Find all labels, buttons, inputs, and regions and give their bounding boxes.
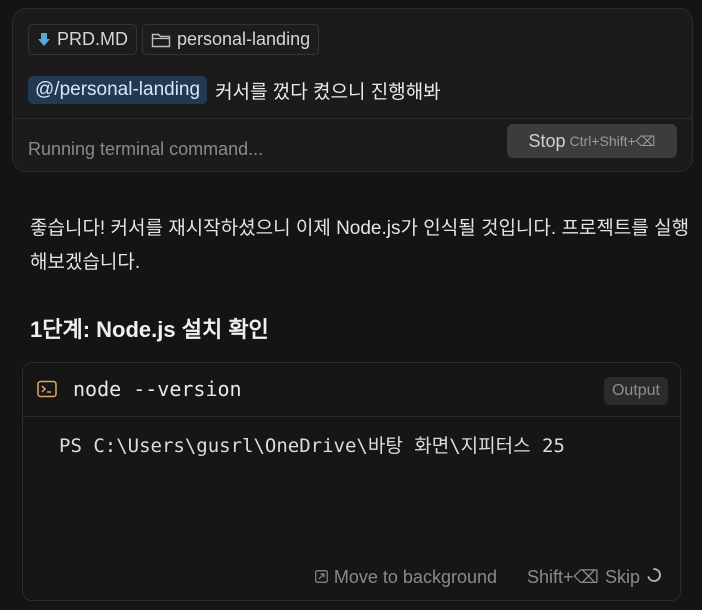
- message-text: 커서를 껐다 켰으니 진행해봐: [215, 81, 441, 103]
- step-heading: 1단계: Node.js 설치 확인: [30, 317, 269, 342]
- context-chip-label: PRD.MD: [57, 29, 128, 49]
- folder-mention[interactable]: @/personal-landing: [28, 76, 208, 104]
- chat-composer: PRD.MD personal-landing @/personal-landi…: [12, 8, 693, 172]
- stop-button[interactable]: Stop Ctrl+Shift+⌫: [507, 124, 677, 158]
- assistant-paragraph: 좋습니다! 커서를 재시작하셨으니 이제 Node.js가 인식될 것입니다. …: [30, 218, 690, 273]
- stop-shortcut: Ctrl+Shift+⌫: [569, 132, 656, 149]
- terminal-header: node --version Output: [23, 363, 680, 417]
- skip-shortcut: Shift+⌫: [527, 567, 599, 587]
- context-chip-folder[interactable]: personal-landing: [142, 24, 320, 55]
- composer-divider: [13, 118, 692, 119]
- stop-label: Stop: [528, 130, 566, 151]
- external-arrow-icon: [315, 567, 328, 588]
- folder-icon: [151, 32, 171, 48]
- status-text: Running terminal command...: [28, 139, 264, 159]
- context-chip-prd[interactable]: PRD.MD: [28, 24, 137, 55]
- download-arrow-icon: [37, 32, 51, 48]
- output-button[interactable]: Output: [603, 377, 668, 405]
- move-to-background-button[interactable]: Move to background: [315, 567, 497, 588]
- skip-label: Skip: [604, 567, 640, 587]
- terminal-block: node --version Output PS C:\Users\gusrl\…: [22, 362, 681, 601]
- context-chips: PRD.MD personal-landing: [28, 24, 320, 55]
- context-chip-label: personal-landing: [177, 29, 311, 49]
- skip-button[interactable]: Shift+⌫ Skip: [527, 567, 662, 588]
- terminal-command: node --version: [73, 377, 242, 401]
- terminal-footer: Move to background Shift+⌫ Skip: [315, 567, 662, 588]
- spinner-icon: [646, 567, 662, 588]
- move-label: Move to background: [333, 567, 497, 587]
- terminal-output: PS C:\Users\gusrl\OneDrive\바탕 화면\지피터스 25: [59, 435, 565, 457]
- user-message: @/personal-landing 커서를 껐다 켰으니 진행해봐: [28, 76, 441, 104]
- terminal-icon: [37, 380, 57, 403]
